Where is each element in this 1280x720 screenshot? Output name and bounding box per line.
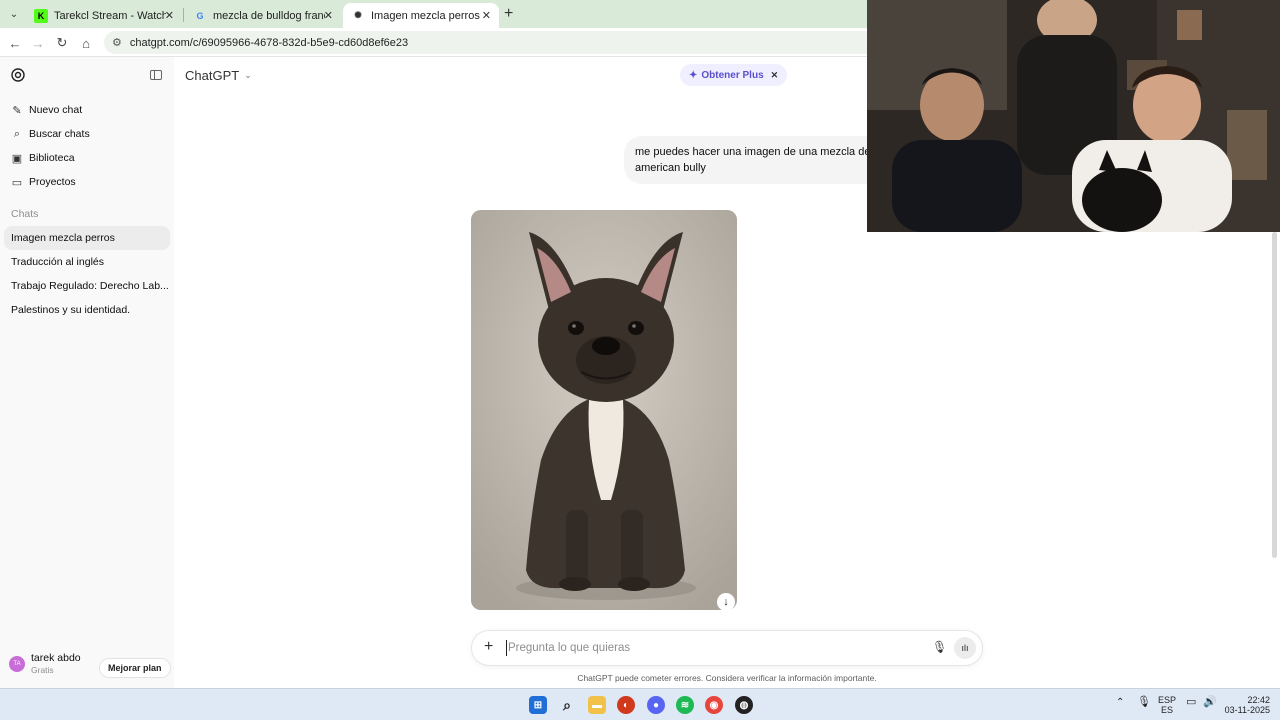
prompt-input[interactable]: Pregunta lo que quieras bbox=[506, 640, 630, 656]
close-icon[interactable]: ✕ bbox=[771, 70, 779, 81]
close-icon[interactable]: ✕ bbox=[165, 9, 174, 22]
windows-start-icon[interactable]: ⊞ bbox=[529, 696, 547, 714]
tab-separator bbox=[183, 8, 184, 22]
upgrade-plan-button[interactable]: Mejorar plan bbox=[99, 658, 171, 678]
user-message-line: american bully bbox=[635, 162, 706, 174]
user-plan: Gratis bbox=[31, 665, 54, 675]
obs-icon[interactable]: ◍ bbox=[735, 696, 753, 714]
chat-item-traduccion[interactable]: Traducción al inglés bbox=[4, 250, 170, 274]
tab-title: Imagen mezcla perros bbox=[371, 9, 480, 22]
chat-item-label: Imagen mezcla perros bbox=[11, 232, 115, 244]
tab-search-chevron-icon[interactable]: ⌄ bbox=[6, 6, 22, 22]
chat-item-palestinos[interactable]: Palestinos y su identidad. bbox=[4, 298, 170, 322]
app-icon[interactable]: ◐ bbox=[617, 696, 635, 714]
chevron-up-icon[interactable]: ⌃ bbox=[1116, 698, 1124, 708]
get-plus-label: Obtener Plus bbox=[701, 69, 764, 81]
file-explorer-icon[interactable]: ▬ bbox=[588, 696, 606, 714]
new-tab-plus-icon[interactable]: + bbox=[504, 5, 513, 23]
tab-chatgpt-active[interactable]: ✺ Imagen mezcla perros ✕ bbox=[343, 3, 499, 28]
volume-icon[interactable]: 🔊 bbox=[1203, 697, 1217, 708]
french-bulldog-illustration bbox=[471, 210, 737, 610]
language-indicator[interactable]: ESP ES bbox=[1158, 695, 1176, 715]
tab-title: mezcla de bulldog frances y am bbox=[213, 9, 325, 22]
chat-item-label: Palestinos y su identidad. bbox=[11, 304, 131, 316]
voice-mode-icon[interactable]: ılı bbox=[954, 637, 976, 659]
close-icon[interactable]: ✕ bbox=[324, 9, 333, 22]
sidebar-item-projects[interactable]: ▭ Proyectos bbox=[4, 170, 170, 194]
forward-arrow-icon[interactable]: → bbox=[29, 34, 47, 52]
user-name: tarek abdo bbox=[31, 652, 81, 664]
chat-item-label: Trabajo Regulado: Derecho Lab... bbox=[11, 280, 169, 292]
spotify-icon[interactable]: ≋ bbox=[676, 696, 694, 714]
model-selector[interactable]: ChatGPT ⌄ bbox=[185, 68, 252, 83]
kick-icon: K bbox=[34, 8, 48, 23]
sparkle-icon: ✦ bbox=[689, 69, 698, 81]
tab-kick-stream[interactable]: K Tarekcl Stream - Watch Live on ✕ bbox=[26, 3, 182, 28]
chat-item-imagen-mezcla-perros[interactable]: Imagen mezcla perros bbox=[4, 226, 170, 250]
sidebar-item-library[interactable]: ▣ Biblioteca bbox=[4, 146, 170, 170]
sidebar: ✎ Nuevo chat ⌕ Buscar chats ▣ Biblioteca… bbox=[0, 57, 174, 688]
site-settings-icon[interactable]: ⚙ bbox=[112, 36, 122, 49]
sidebar-item-new-chat[interactable]: ✎ Nuevo chat bbox=[4, 98, 170, 122]
download-arrow-icon[interactable]: ↓ bbox=[717, 593, 735, 611]
microphone-icon[interactable]: 🎙 bbox=[1137, 697, 1151, 708]
get-plus-button[interactable]: ✦ Obtener Plus ✕ bbox=[680, 64, 788, 86]
microphone-icon[interactable]: 🎙 bbox=[932, 640, 947, 654]
language-code: ESP bbox=[1158, 695, 1177, 705]
sidebar-item-label: Buscar chats bbox=[29, 128, 90, 140]
discord-icon[interactable]: ● bbox=[647, 696, 665, 714]
webcam-scene bbox=[867, 0, 1280, 232]
chats-section-heading: Chats bbox=[11, 208, 39, 220]
search-icon[interactable]: ⌕ bbox=[558, 696, 576, 714]
address-bar[interactable]: ⚙ chatgpt.com/c/69095966-4678-832d-b5e9-… bbox=[104, 31, 884, 54]
home-icon[interactable]: ⌂ bbox=[77, 34, 95, 52]
user-message-bubble: me puedes hacer una imagen de una mezcla… bbox=[624, 136, 884, 184]
user-message-line: me puedes hacer una imagen de una mezcla… bbox=[635, 146, 880, 158]
avatar: TA bbox=[9, 655, 25, 672]
sidebar-item-label: Biblioteca bbox=[29, 152, 75, 164]
network-icon[interactable]: ▭ bbox=[1186, 697, 1196, 708]
folder-icon: ▭ bbox=[11, 176, 23, 189]
chat-item-label: Traducción al inglés bbox=[11, 256, 104, 268]
edit-icon: ✎ bbox=[12, 104, 22, 117]
disclaimer-text: ChatGPT puede cometer errores. Considera… bbox=[577, 673, 877, 683]
chevron-down-icon: ⌄ bbox=[244, 70, 252, 80]
chatgpt-icon: ✺ bbox=[354, 10, 362, 20]
clock[interactable]: 22:42 03-11-2025 bbox=[1224, 695, 1270, 715]
back-arrow-icon[interactable]: ← bbox=[6, 34, 24, 52]
scrollbar[interactable] bbox=[1272, 232, 1277, 558]
search-icon: ⌕ bbox=[13, 127, 21, 140]
clock-time: 22:42 bbox=[1247, 695, 1270, 705]
message-composer[interactable]: + Pregunta lo que quieras 🎙 ılı bbox=[471, 630, 983, 666]
reload-icon[interactable]: ↻ bbox=[53, 34, 71, 52]
tab-google-search[interactable]: G mezcla de bulldog frances y am ✕ bbox=[185, 3, 341, 28]
sidebar-toggle-icon[interactable] bbox=[150, 70, 162, 80]
google-icon: G bbox=[196, 10, 204, 21]
generated-dog-image[interactable] bbox=[471, 210, 737, 610]
webcam-overlay bbox=[867, 0, 1280, 232]
keyboard-layout: ES bbox=[1161, 705, 1174, 715]
image-library-icon: ▣ bbox=[11, 152, 23, 165]
sidebar-item-label: Nuevo chat bbox=[29, 104, 83, 116]
tab-title: Tarekcl Stream - Watch Live on bbox=[54, 9, 166, 22]
sidebar-item-search-chats[interactable]: ⌕ Buscar chats bbox=[4, 122, 170, 146]
add-attachment-plus-icon[interactable]: + bbox=[484, 638, 493, 656]
chrome-icon[interactable]: ◉ bbox=[705, 696, 723, 714]
sidebar-item-label: Proyectos bbox=[29, 176, 76, 188]
model-name: ChatGPT bbox=[185, 68, 240, 83]
clock-date: 03-11-2025 bbox=[1224, 705, 1270, 715]
url-text: chatgpt.com/c/69095966-4678-832d-b5e9-cd… bbox=[129, 36, 409, 49]
openai-logo-icon[interactable] bbox=[10, 67, 26, 83]
windows-taskbar: ⊞ ⌕ ▬ ◐ ● ≋ ◉ ◍ ⌃ 🎙 ESP ES ▭ 🔊 22:42 03-… bbox=[0, 688, 1280, 720]
user-profile[interactable]: TA tarek abdo Gratis bbox=[9, 652, 81, 675]
close-icon[interactable]: ✕ bbox=[482, 9, 491, 22]
chat-item-trabajo-regulado[interactable]: Trabajo Regulado: Derecho Lab... bbox=[4, 274, 170, 298]
